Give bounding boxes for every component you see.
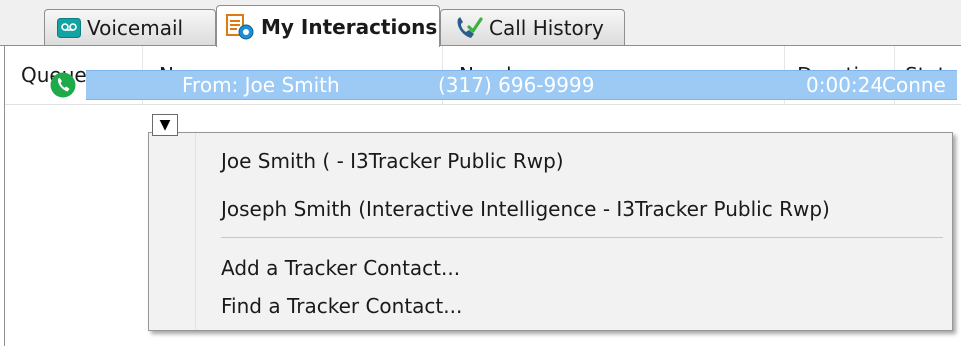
tab-call-history[interactable]: Call History xyxy=(440,9,625,45)
row-duration: 0:00:24 xyxy=(806,73,884,97)
contact-dropdown-toggle[interactable]: ▼ xyxy=(152,114,178,136)
tab-voicemail[interactable]: Voicemail xyxy=(44,9,216,45)
row-name: From: Joe Smith xyxy=(182,73,340,97)
menu-item-joseph-smith[interactable]: Joseph Smith (Interactive Intelligence -… xyxy=(221,197,830,221)
tab-strip: Voicemail My Interactions Call History xyxy=(0,0,961,47)
table-row[interactable]: From: Joe Smith (317) 696-9999 0:00:24 C… xyxy=(86,70,957,100)
menu-separator xyxy=(221,237,943,238)
phone-connected-icon xyxy=(50,72,76,98)
menu-gutter xyxy=(149,133,196,330)
call-history-icon xyxy=(453,15,483,41)
contact-menu: Joe Smith ( - I3Tracker Public Rwp) Jose… xyxy=(148,132,953,331)
menu-item-add-tracker-contact[interactable]: Add a Tracker Contact... xyxy=(221,256,460,280)
tab-my-interactions[interactable]: My Interactions xyxy=(216,5,440,47)
row-state: Conne xyxy=(882,73,946,97)
tab-call-history-label: Call History xyxy=(489,15,604,40)
dropdown-arrow-icon: ▼ xyxy=(159,117,171,133)
tab-voicemail-label: Voicemail xyxy=(87,15,184,40)
interactions-icon xyxy=(225,13,255,41)
tab-my-interactions-label: My Interactions xyxy=(261,14,438,39)
voicemail-icon xyxy=(57,17,81,38)
menu-item-joe-smith[interactable]: Joe Smith ( - I3Tracker Public Rwp) xyxy=(221,149,564,173)
row-number: (317) 696-9999 xyxy=(438,73,595,97)
menu-item-find-tracker-contact[interactable]: Find a Tracker Contact... xyxy=(221,294,462,318)
